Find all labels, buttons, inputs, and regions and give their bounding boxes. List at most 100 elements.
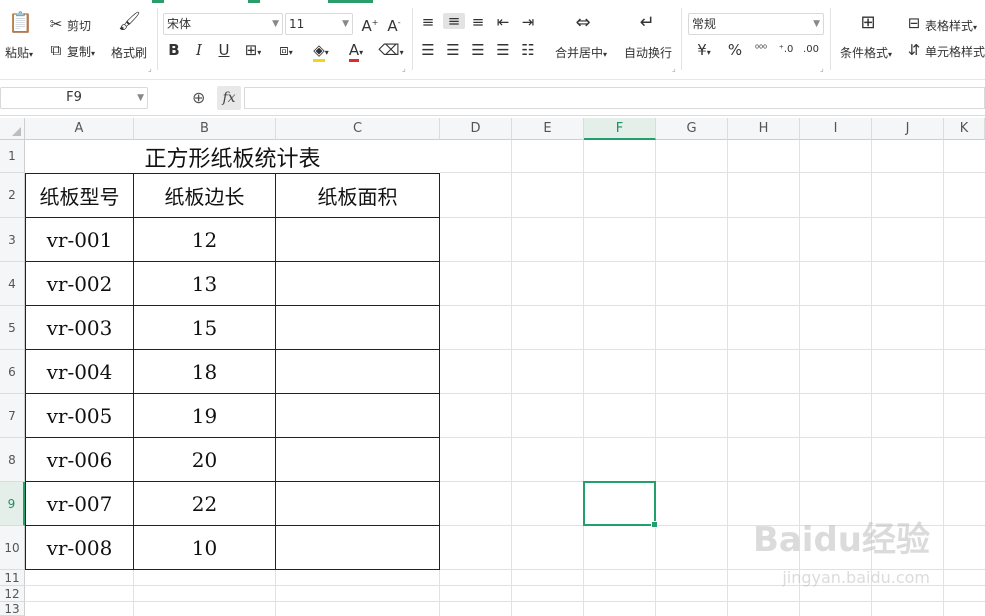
cut-button[interactable]: 剪切 bbox=[67, 17, 91, 34]
increase-indent-icon[interactable]: ⇥ bbox=[520, 14, 536, 30]
name-box[interactable]: F9 ▼ bbox=[0, 87, 148, 109]
cell-style-icon[interactable]: ⇵ bbox=[906, 42, 922, 58]
currency-icon[interactable]: ¥▾ bbox=[694, 42, 714, 61]
model-cell[interactable]: vr-003 bbox=[25, 306, 134, 350]
group-expand-icon[interactable]: ⌟ bbox=[148, 64, 152, 73]
italic-icon[interactable]: I bbox=[191, 42, 207, 58]
fill-color-icon[interactable]: ◈▾ bbox=[307, 41, 335, 62]
format-painter-icon[interactable]: 🖌 bbox=[118, 13, 141, 31]
merge-center-button[interactable]: 合并居中▾ bbox=[555, 44, 607, 61]
conditional-format-button[interactable]: 条件格式▾ bbox=[840, 44, 892, 61]
number-format-select[interactable]: 常规 ▼ bbox=[688, 13, 824, 35]
column-header-k[interactable]: K bbox=[944, 118, 985, 140]
column-header-b[interactable]: B bbox=[134, 118, 276, 140]
align-center-icon[interactable]: ☰ bbox=[445, 42, 461, 58]
side-cell[interactable]: 20 bbox=[134, 438, 276, 482]
paste-button[interactable]: 粘贴▾ bbox=[5, 44, 33, 61]
column-header-a[interactable]: A bbox=[25, 118, 134, 140]
group-expand-icon[interactable]: ⌟ bbox=[402, 64, 406, 73]
align-left-icon[interactable]: ☰ bbox=[420, 42, 436, 58]
model-cell[interactable]: vr-007 bbox=[25, 482, 134, 526]
decrease-indent-icon[interactable]: ⇤ bbox=[495, 14, 511, 30]
model-cell[interactable]: vr-006 bbox=[25, 438, 134, 482]
row-header-4[interactable]: 4 bbox=[0, 262, 25, 306]
eraser-icon[interactable]: ⌫▾ bbox=[376, 42, 406, 61]
wrap-text-icon[interactable]: ↵ bbox=[634, 14, 660, 32]
model-cell[interactable]: vr-001 bbox=[25, 218, 134, 262]
column-header-h[interactable]: H bbox=[728, 118, 800, 140]
paste-icon[interactable]: 📋 bbox=[8, 12, 33, 32]
side-cell[interactable]: 10 bbox=[134, 526, 276, 570]
model-cell[interactable]: vr-005 bbox=[25, 394, 134, 438]
side-cell[interactable]: 15 bbox=[134, 306, 276, 350]
row-header-1[interactable]: 1 bbox=[0, 140, 25, 173]
row-header-2[interactable]: 2 bbox=[0, 173, 25, 218]
increase-font-icon[interactable]: A+ bbox=[361, 15, 379, 34]
header-cell-side[interactable]: 纸板边长 bbox=[134, 173, 276, 218]
bold-icon[interactable]: B bbox=[166, 42, 182, 58]
function-fx-icon[interactable]: fx bbox=[217, 86, 241, 110]
row-header-3[interactable]: 3 bbox=[0, 218, 25, 262]
format-painter-button[interactable]: 格式刷 bbox=[111, 44, 147, 61]
percent-icon[interactable]: % bbox=[727, 42, 743, 58]
area-cell[interactable] bbox=[276, 526, 440, 570]
font-name-select[interactable]: 宋体 ▼ bbox=[163, 13, 283, 35]
area-cell[interactable] bbox=[276, 218, 440, 262]
align-middle-icon[interactable]: ≡ bbox=[443, 13, 465, 29]
column-header-i[interactable]: I bbox=[800, 118, 872, 140]
group-expand-icon[interactable]: ⌟ bbox=[820, 64, 824, 73]
column-header-e[interactable]: E bbox=[512, 118, 584, 140]
scissors-icon[interactable]: ✂ bbox=[49, 16, 63, 32]
table-style-icon[interactable]: ⊟ bbox=[906, 15, 922, 31]
group-expand-icon[interactable]: ⌟ bbox=[672, 64, 676, 73]
row-header-8[interactable]: 8 bbox=[0, 438, 25, 482]
increase-decimal-icon[interactable]: ⁺.0 bbox=[776, 42, 796, 58]
zoom-search-icon[interactable]: ⊕ bbox=[192, 88, 205, 107]
align-bottom-icon[interactable]: ≡ bbox=[470, 14, 486, 30]
align-top-icon[interactable]: ≡ bbox=[420, 14, 436, 30]
column-header-f[interactable]: F bbox=[584, 118, 656, 140]
model-cell[interactable]: vr-008 bbox=[25, 526, 134, 570]
merge-center-icon[interactable]: ⇔ bbox=[570, 14, 596, 32]
thousands-icon[interactable]: ⁰⁰⁰ bbox=[751, 42, 771, 58]
select-all-corner[interactable] bbox=[0, 118, 25, 140]
row-header-5[interactable]: 5 bbox=[0, 306, 25, 350]
border-icon[interactable]: ⊞▾ bbox=[240, 42, 266, 61]
side-cell[interactable]: 13 bbox=[134, 262, 276, 306]
area-cell[interactable] bbox=[276, 438, 440, 482]
table-grid-icon[interactable]: ⊞ bbox=[857, 14, 879, 32]
side-cell[interactable]: 18 bbox=[134, 350, 276, 394]
row-header-6[interactable]: 6 bbox=[0, 350, 25, 394]
row-header-10[interactable]: 10 bbox=[0, 526, 25, 570]
fill-handle[interactable] bbox=[651, 521, 658, 528]
area-cell[interactable] bbox=[276, 482, 440, 526]
wrap-text-button[interactable]: 自动换行 bbox=[624, 44, 672, 61]
decrease-font-icon[interactable]: A- bbox=[385, 15, 403, 34]
copy-icon[interactable]: ⧉ bbox=[49, 42, 63, 58]
font-size-select[interactable]: 11 ▼ bbox=[285, 13, 353, 35]
row-header-13[interactable]: 13 bbox=[0, 602, 25, 616]
row-header-12[interactable]: 12 bbox=[0, 586, 25, 602]
distribute-icon[interactable]: ☷ bbox=[520, 42, 536, 58]
active-cell-f9[interactable] bbox=[583, 481, 658, 528]
justify-icon[interactable]: ☰ bbox=[495, 42, 511, 58]
column-header-d[interactable]: D bbox=[440, 118, 512, 140]
column-header-c[interactable]: C bbox=[276, 118, 440, 140]
table-style-button[interactable]: 表格样式▾ bbox=[925, 17, 977, 34]
column-header-j[interactable]: J bbox=[872, 118, 944, 140]
side-cell[interactable]: 19 bbox=[134, 394, 276, 438]
side-cell[interactable]: 22 bbox=[134, 482, 276, 526]
underline-icon[interactable]: U bbox=[216, 42, 232, 58]
header-cell-area[interactable]: 纸板面积 bbox=[276, 173, 440, 218]
align-right-icon[interactable]: ☰ bbox=[470, 42, 486, 58]
merge-border-icon[interactable]: ⧈▾ bbox=[273, 42, 299, 61]
row-header-11[interactable]: 11 bbox=[0, 570, 25, 586]
font-color-icon[interactable]: A▾ bbox=[342, 41, 370, 62]
formula-input[interactable] bbox=[244, 87, 985, 109]
copy-button[interactable]: 复制▾ bbox=[67, 43, 95, 60]
model-cell[interactable]: vr-002 bbox=[25, 262, 134, 306]
area-cell[interactable] bbox=[276, 262, 440, 306]
area-cell[interactable] bbox=[276, 394, 440, 438]
cell-style-button[interactable]: 单元格样式 bbox=[925, 43, 985, 60]
decrease-decimal-icon[interactable]: .00 bbox=[801, 42, 821, 58]
